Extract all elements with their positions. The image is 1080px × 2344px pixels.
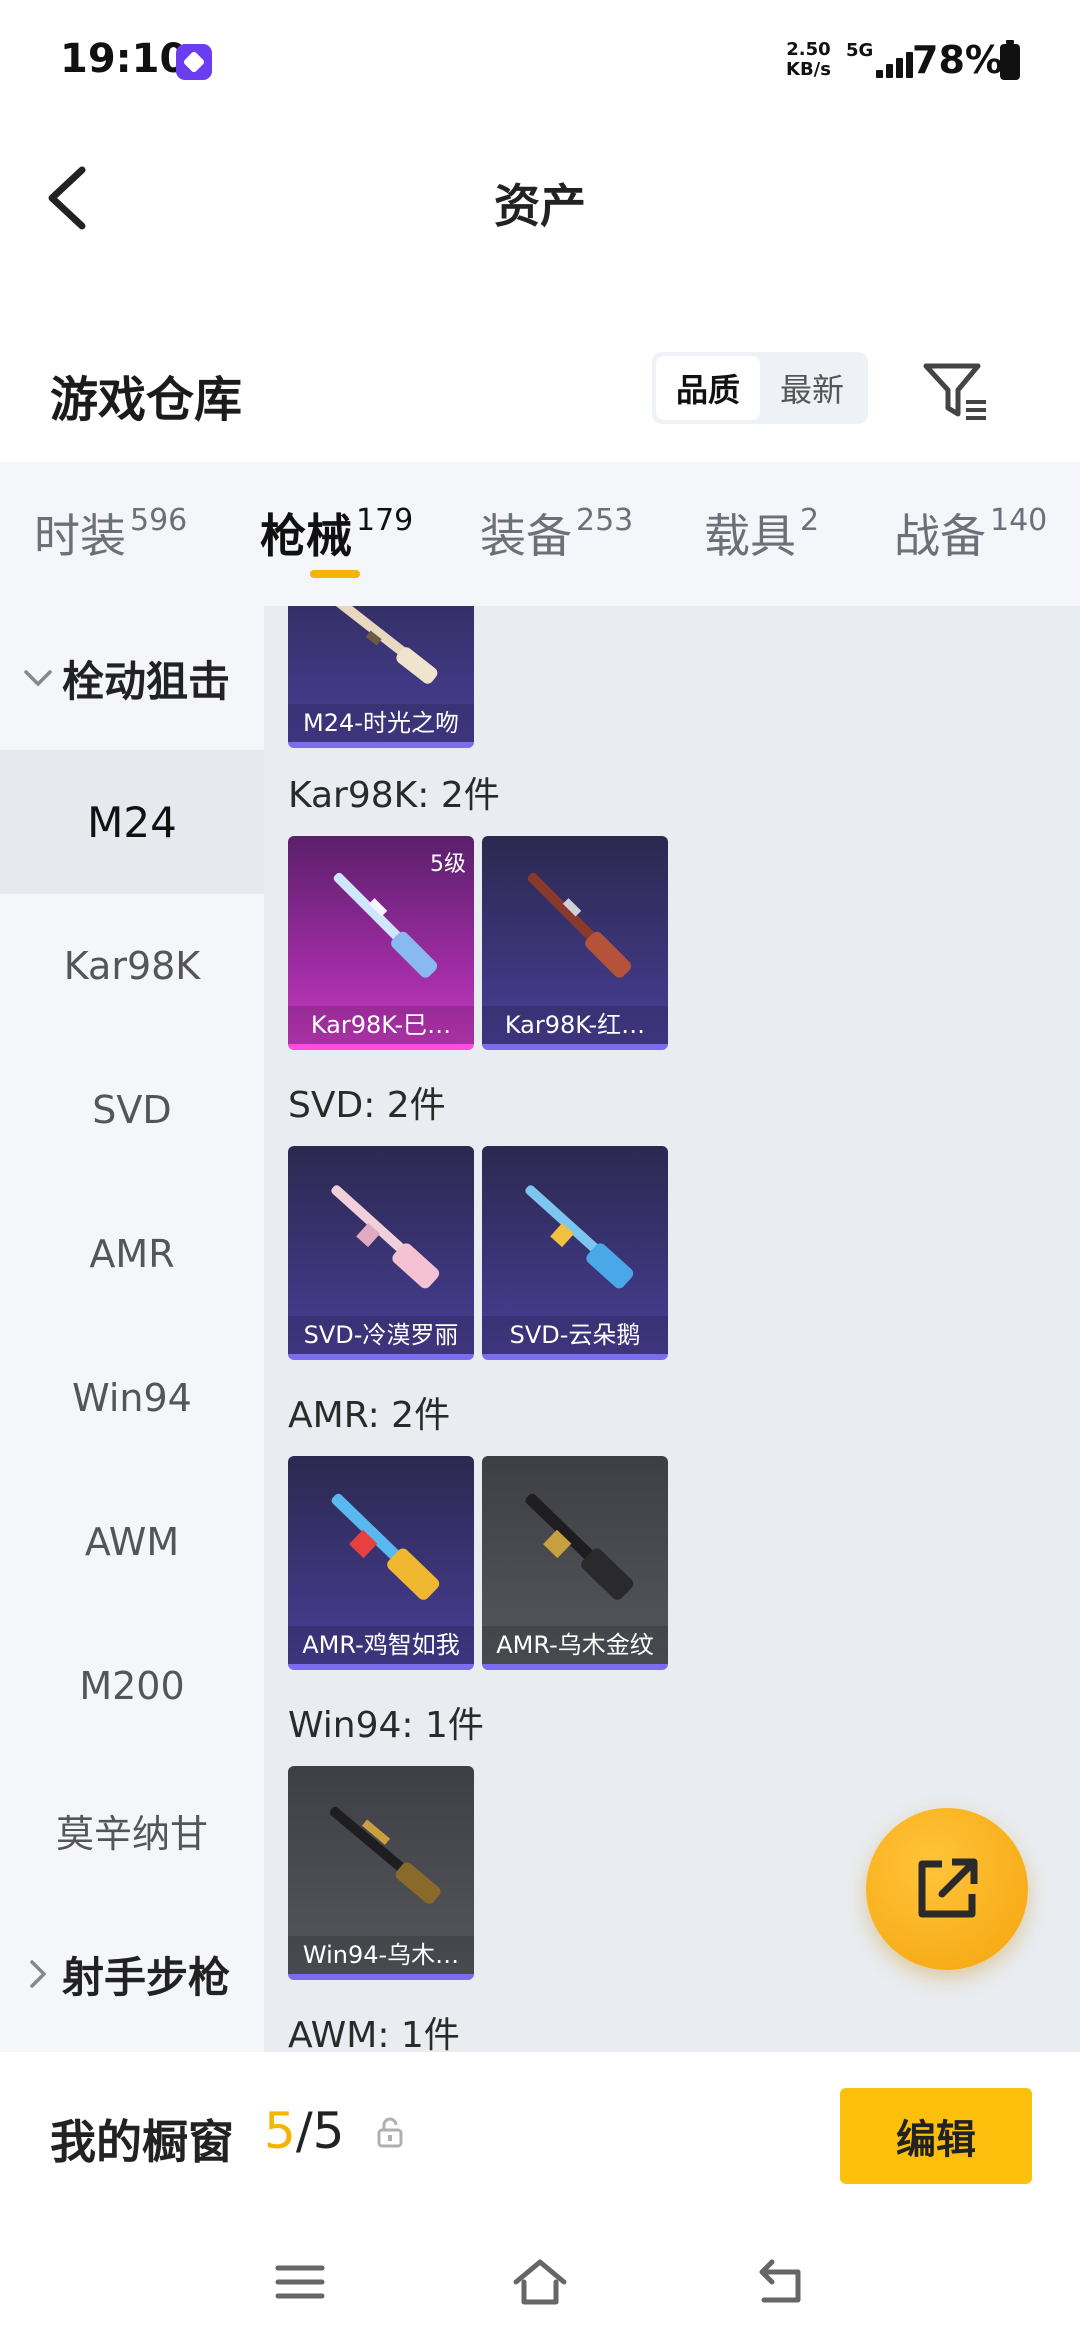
section-title-kar98k: Kar98K: 2件 [288, 775, 500, 816]
back-icon[interactable] [750, 2252, 810, 2312]
sidebar-item-awm[interactable]: AWM [0, 1470, 264, 1614]
weapon-name: SVD-云朵鹅 [482, 1316, 668, 1354]
sidebar-group-bolt-action[interactable]: 栓动狙击 [0, 606, 264, 750]
sidebar-item-m24[interactable]: M24 [0, 750, 264, 894]
section-title-awm: AWM: 1件 [288, 2015, 460, 2052]
showcase-total: /5 [295, 2102, 345, 2160]
sidebar-group-label: 栓动狙击 [62, 656, 231, 706]
showcase-count: 5/5 [264, 2102, 344, 2160]
share-external-icon [918, 1858, 978, 1918]
network-type: 5G [846, 40, 874, 61]
sidebar-group-label: 射手步枪 [62, 1952, 231, 2002]
status-time: 19:10 [60, 36, 188, 82]
weapon-name: Kar98K-红… [482, 1006, 668, 1044]
sidebar-item-mosin[interactable]: 莫辛纳甘 [0, 1758, 264, 1902]
page-title: 资产 [494, 179, 586, 233]
filter-icon [923, 363, 986, 420]
showcase-label: 我的橱窗 [50, 2115, 234, 2169]
weapon-card[interactable]: Kar98K-红… [482, 836, 668, 1050]
active-tab-indicator [310, 570, 360, 578]
warehouse-row: 游戏仓库 品质 最新 [0, 330, 1080, 450]
network-speed-unit: KB/s [786, 59, 831, 80]
tab-fashion[interactable]: 时装 596 [34, 500, 187, 566]
showcase-bar: 我的橱窗 5/5 编辑 [0, 2052, 1080, 2222]
app-notification-icon [176, 44, 212, 80]
tab-vehicles[interactable]: 载具 2 [704, 500, 819, 566]
menu-icon[interactable] [270, 2252, 330, 2312]
sidebar-group-marksman[interactable]: 射手步枪 [0, 1902, 264, 2046]
rifle-image-icon [331, 1493, 440, 1600]
tab-count: 2 [800, 502, 820, 538]
tab-label: 载具 [704, 509, 796, 563]
sort-option-latest[interactable]: 最新 [760, 356, 864, 420]
weapon-name: AMR-鸡智如我 [288, 1626, 474, 1664]
weapon-card[interactable]: AMR-鸡智如我 [288, 1456, 474, 1670]
weapon-name: Kar98K-巳… [288, 1006, 474, 1044]
rifle-image-icon [331, 606, 438, 684]
section-title-amr: AMR: 2件 [288, 1395, 451, 1436]
weapon-name: M24-时光之吻 [288, 704, 474, 742]
sidebar-item-amr[interactable]: AMR [0, 1182, 264, 1326]
tab-count: 140 [990, 502, 1048, 538]
level-badge: 5级 [430, 852, 466, 877]
weapon-card[interactable]: SVD-冷漠罗丽 [288, 1146, 474, 1360]
weapon-name: SVD-冷漠罗丽 [288, 1316, 474, 1354]
rifle-image-icon [329, 1806, 441, 1904]
filter-button[interactable] [920, 356, 990, 426]
share-button[interactable] [866, 1808, 1028, 1970]
showcase-current: 5 [264, 2102, 296, 2160]
tab-label: 时装 [34, 509, 126, 563]
chevron-down-icon [24, 670, 52, 687]
sidebar-item-kar98k[interactable]: Kar98K [0, 894, 264, 1038]
tab-supplies[interactable]: 战备 140 [894, 500, 1047, 566]
weapon-card[interactable]: 5级 Kar98K-巳… [288, 836, 474, 1050]
warehouse-title: 游戏仓库 [50, 372, 243, 428]
battery-percent: 78% [912, 38, 1003, 82]
weapon-name: AMR-乌木金纹 [482, 1626, 668, 1664]
rifle-image-icon [527, 872, 632, 978]
tab-label: 战备 [894, 509, 986, 563]
edit-button[interactable]: 编辑 [840, 2088, 1032, 2184]
sort-option-quality[interactable]: 品质 [656, 356, 760, 420]
rifle-image-icon [525, 1185, 634, 1289]
weapon-card[interactable]: AMR-乌木金纹 [482, 1456, 668, 1670]
weapon-card[interactable]: M24-时光之吻 [288, 606, 474, 748]
rifle-image-icon [331, 1185, 440, 1289]
tab-count: 179 [356, 502, 414, 538]
network-speed: 2.50 KB/s [786, 40, 831, 80]
lock-icon [377, 2117, 403, 2148]
header: 资产 [0, 120, 1080, 280]
section-title-win94: Win94: 1件 [288, 1705, 484, 1746]
tab-count: 253 [576, 502, 634, 538]
tab-label: 枪械 [260, 509, 352, 563]
tab-count: 596 [130, 502, 188, 538]
sidebar-item-m200[interactable]: M200 [0, 1614, 264, 1758]
weapon-card[interactable]: Win94-乌木… [288, 1766, 474, 1980]
sidebar-item-svd[interactable]: SVD [0, 1038, 264, 1182]
tab-guns[interactable]: 枪械 179 [260, 500, 413, 566]
category-tabs: 时装 596 枪械 179 装备 253 载具 2 战备 140 [0, 462, 1080, 606]
tab-equipment[interactable]: 装备 253 [480, 500, 633, 566]
sidebar-item-win94[interactable]: Win94 [0, 1326, 264, 1470]
home-icon[interactable] [510, 2252, 570, 2312]
weapon-sidebar: 栓动狙击 M24 Kar98K SVD AMR Win94 AWM M200 莫… [0, 606, 264, 2052]
weapon-card[interactable]: SVD-云朵鹅 [482, 1146, 668, 1360]
battery-icon [1000, 40, 1020, 80]
system-navbar [0, 2222, 1080, 2344]
sort-toggle: 品质 最新 [652, 352, 868, 424]
weapon-name: Win94-乌木… [288, 1936, 474, 1974]
tab-label: 装备 [480, 509, 572, 563]
section-title-svd: SVD: 2件 [288, 1085, 446, 1126]
network-speed-value: 2.50 [786, 39, 831, 60]
rifle-image-icon [525, 1493, 634, 1600]
chevron-right-icon [30, 1960, 47, 1988]
status-bar: 19:10 2.50 KB/s 5G 78% [0, 0, 1080, 120]
